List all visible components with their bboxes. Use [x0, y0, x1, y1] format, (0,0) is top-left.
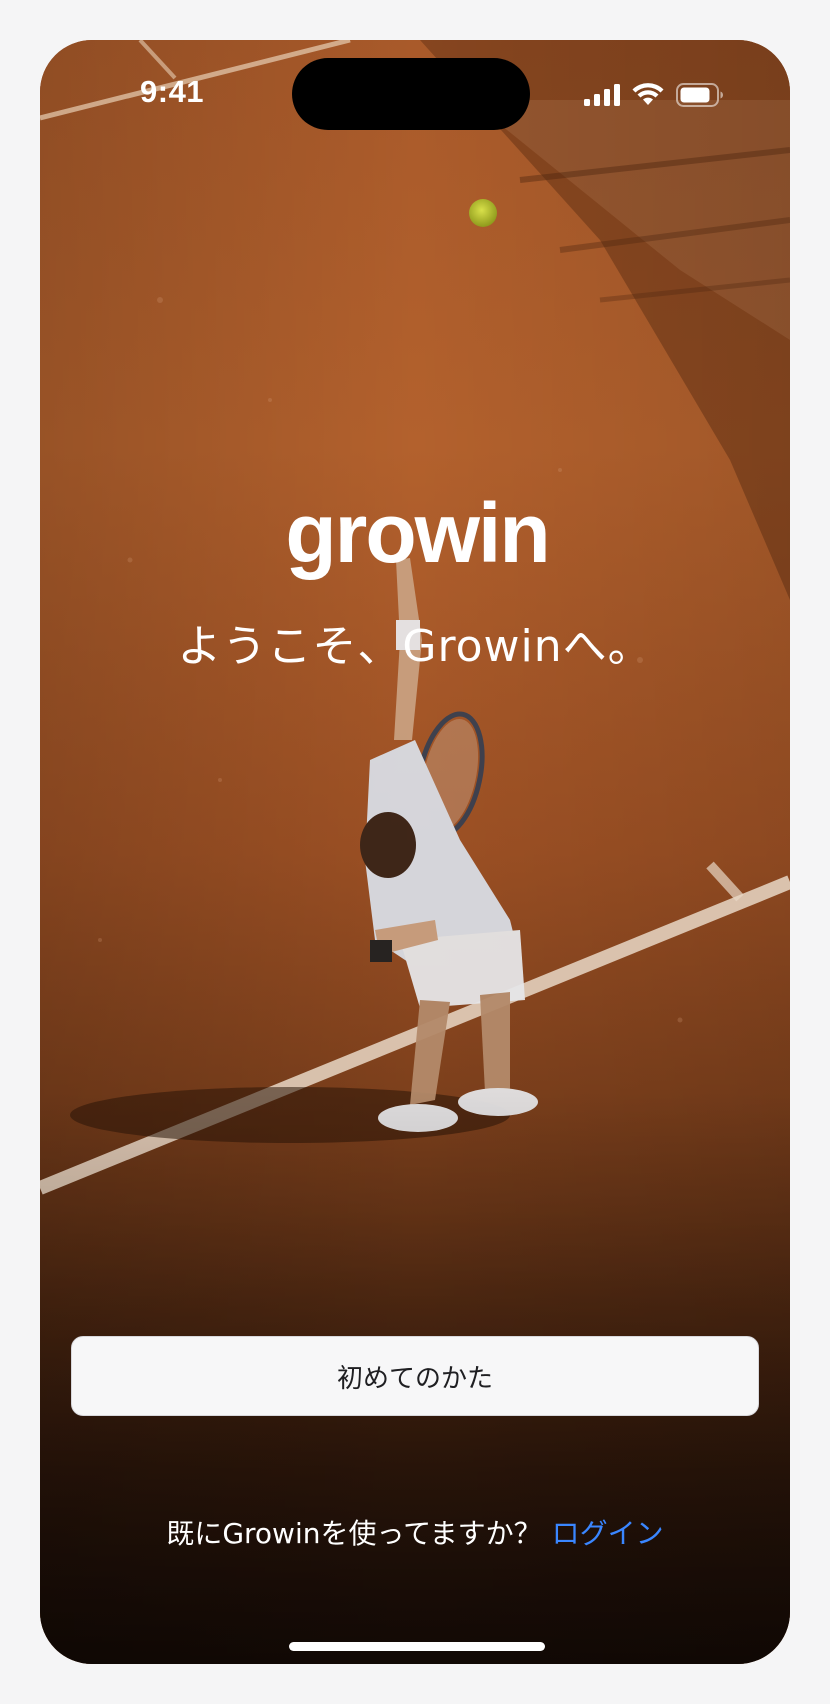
cellular-signal-icon	[584, 84, 620, 106]
login-prompt: 既にGrowinを使ってますか？ ログイン	[40, 1512, 790, 1552]
get-started-label: 初めてのかた	[336, 1363, 493, 1394]
battery-icon	[676, 83, 723, 107]
background-photo	[40, 40, 790, 1664]
growin-logo: growin	[285, 486, 550, 580]
dynamic-island	[292, 58, 530, 130]
get-started-button[interactable]: 初めてのかた	[71, 1336, 759, 1416]
home-indicator[interactable]	[289, 1642, 545, 1651]
status-bar: 9:41	[40, 40, 790, 150]
status-time: 9:41	[140, 74, 205, 109]
login-link[interactable]: ログイン	[552, 1517, 664, 1550]
status-icons	[584, 80, 724, 110]
welcome-heading: ようこそ、Growinへ。	[177, 621, 653, 672]
existing-user-text: 既にGrowinを使ってますか？	[166, 1517, 542, 1550]
svg-text:growin: growin	[285, 486, 548, 580]
wifi-icon	[632, 83, 664, 105]
phone-screen: 9:41 growin ようこそ、Growinへ。 初めてのかた 既にGrowi…	[40, 40, 790, 1664]
